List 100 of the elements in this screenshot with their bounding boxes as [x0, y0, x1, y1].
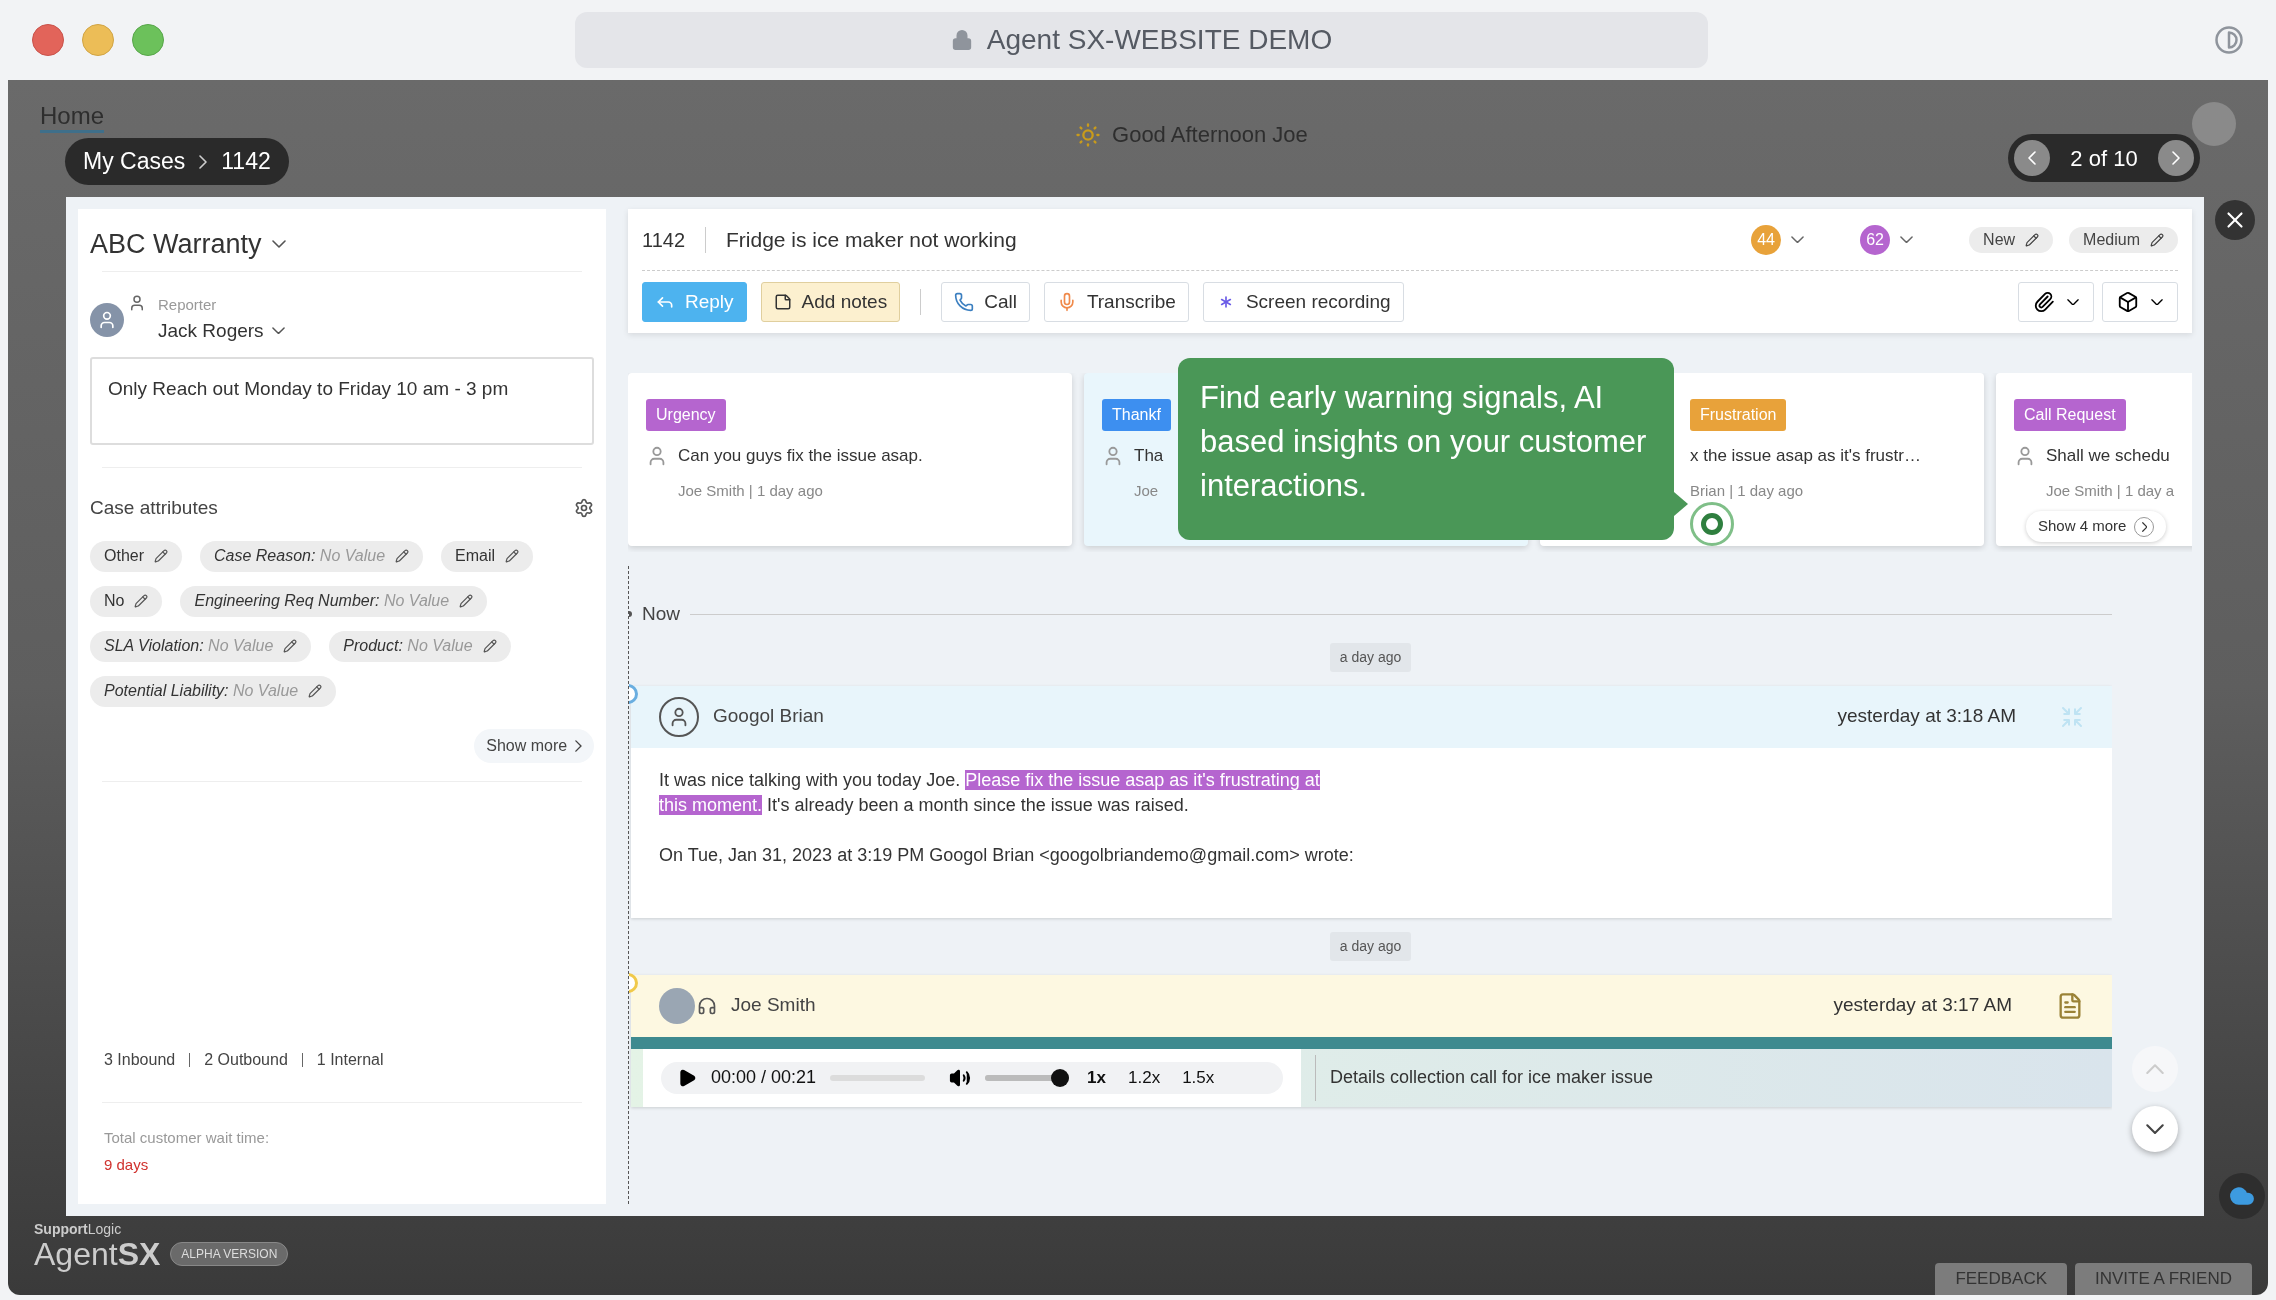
chevron-left-icon: [2028, 151, 2036, 165]
close-button[interactable]: [2215, 200, 2255, 240]
email-body: It was nice talking with you today Joe. Please fix the issue asap as it's frustrating at this moment. It's already been a month since the issue was raised.: [659, 768, 1321, 817]
attribute-chip[interactable]: SLA Violation: No Value: [90, 630, 312, 662]
address-bar[interactable]: Agent SX-WEBSITE DEMO: [575, 12, 1708, 68]
play-button[interactable]: [677, 1067, 697, 1088]
chevron-down-icon[interactable]: [1900, 235, 1914, 244]
toolbar-button[interactable]: Call: [941, 282, 1030, 322]
person-icon: [128, 294, 146, 312]
lock-icon: [950, 29, 973, 51]
email-quote: On Tue, Jan 31, 2023 at 3:19 PM Googol Brian <googolbriandemo@gmail.com> wrote:: [659, 843, 1355, 867]
brand-name: AgentSX: [34, 1236, 161, 1272]
call-summary: Details collection call for ice maker issue: [1330, 1066, 1654, 1089]
signal-meta: Brian | 1 day ago: [1690, 481, 1804, 499]
message-count: 2 Outbound: [204, 1050, 288, 1070]
wait-time-label: Total customer wait time:: [103, 1128, 271, 1148]
pencil-icon: [395, 549, 410, 563]
maximize-window-button[interactable]: [132, 24, 164, 56]
show-more-signals-button[interactable]: Show 4 more: [2026, 511, 2167, 542]
pencil-icon: [154, 549, 168, 563]
next-button[interactable]: [2158, 140, 2194, 176]
case-title: Fridge is ice maker not working: [726, 226, 1017, 253]
time-chip: a day ago: [1329, 642, 1412, 672]
attribute-chip[interactable]: Case Reason: No Value: [200, 540, 424, 572]
now-label: Now: [642, 602, 680, 626]
audio-time: 00:00 / 00:21: [711, 1066, 817, 1089]
attribute-chip[interactable]: Other: [90, 540, 182, 572]
attribute-chip[interactable]: No: [90, 585, 163, 617]
time-chip: a day ago: [1329, 931, 1412, 961]
tooltip-pointer: [1674, 492, 1688, 516]
pencil-icon: [482, 639, 497, 653]
show-more-button[interactable]: Show more: [474, 728, 594, 763]
toolbar-button[interactable]: Transcribe: [1043, 282, 1189, 322]
attribute-chip[interactable]: Engineering Req Number: No Value: [180, 585, 488, 617]
toolbar-button[interactable]: Add notes: [760, 282, 901, 322]
chevron-down-icon: [2146, 1123, 2164, 1135]
headset-icon: [697, 995, 717, 1016]
speed-option[interactable]: 1.2x: [1124, 1064, 1165, 1091]
attribute-chip[interactable]: Email: [441, 540, 534, 572]
signal-tag: Urgency: [646, 399, 726, 431]
hotspot-ring: [1690, 502, 1734, 546]
contrast-icon[interactable]: [2214, 25, 2244, 55]
section-title: Case attributes: [90, 496, 218, 520]
cloud-icon[interactable]: [2219, 1173, 2265, 1219]
pencil-icon: [505, 549, 520, 563]
breadcrumb-item[interactable]: My Cases: [83, 144, 186, 179]
author-name: Joe Smith: [731, 993, 816, 1018]
pencil-icon: [283, 639, 298, 653]
note-icon: [773, 293, 792, 311]
attribute-chip[interactable]: Product: No Value: [329, 630, 511, 662]
chevron-right-icon: [575, 739, 582, 752]
previous-button[interactable]: [2014, 140, 2050, 176]
volume-slider[interactable]: [985, 1068, 1070, 1087]
signal-tag: Call Request: [2014, 399, 2126, 431]
chevron-down-icon[interactable]: [271, 240, 286, 248]
reporter-name[interactable]: Jack Rogers: [158, 316, 264, 345]
scroll-down-button[interactable]: [2132, 1106, 2178, 1152]
case-number: 1142: [642, 227, 685, 253]
priority-pill[interactable]: Medium: [2069, 226, 2178, 253]
tooltip: Find early warning signals, AI based insights on your customer interactions.: [1178, 358, 1674, 540]
score-badge[interactable]: 62: [1860, 224, 1891, 255]
attachment-dropdown[interactable]: [2018, 282, 2094, 322]
status-pill[interactable]: New: [1969, 226, 2054, 253]
phone-icon: [954, 292, 975, 312]
brand-caption: SupportLogic: [34, 1222, 123, 1236]
chevron-down-icon[interactable]: [271, 327, 285, 335]
paperclip-icon: [2033, 291, 2055, 313]
settings-icon[interactable]: [574, 498, 594, 519]
avatar: [659, 987, 695, 1024]
speed-option[interactable]: 1.5x: [1178, 1064, 1219, 1091]
wait-time-value: 9 days: [103, 1154, 150, 1175]
chevron-up-icon: [2146, 1063, 2164, 1075]
cube-icon: [2117, 291, 2139, 313]
chevron-right-icon: [199, 154, 208, 169]
close-window-button[interactable]: [32, 24, 64, 56]
signal-text: Can you guys fix the issue asap.: [678, 445, 923, 467]
chevron-right-icon: [2172, 151, 2180, 165]
signal-meta: Joe Smith | 1 day ago: [678, 481, 823, 499]
pencil-icon: [134, 594, 149, 608]
signal-tag: Thankf: [1102, 399, 1171, 431]
package-dropdown[interactable]: [2102, 282, 2178, 322]
toolbar-button[interactable]: Screen recording: [1202, 282, 1404, 322]
attribute-chip[interactable]: Potential Liability: No Value: [90, 675, 337, 707]
message-time: yesterday at 3:18 AM: [1837, 704, 2016, 729]
signal-card[interactable]: Urgency Can you guys fix the issue asap. Joe Smith | 1 day ago: [628, 373, 1072, 546]
slider-thumb[interactable]: [1051, 1068, 1070, 1087]
chevron-down-icon[interactable]: [1791, 235, 1805, 244]
signal-text: Shall we schedu: [2046, 445, 2170, 467]
account-name[interactable]: ABC Warranty: [90, 223, 262, 265]
pencil-icon: [2025, 232, 2040, 247]
speed-option[interactable]: 1x: [1083, 1064, 1110, 1091]
version-badge: ALPHA VERSION: [170, 1242, 289, 1266]
breadcrumb-item[interactable]: 1142: [221, 144, 271, 179]
signal-card[interactable]: Call Request Shall we schedu Joe Smith | 1 day a Show 4 more: [1996, 373, 2192, 546]
page-title: Agent SX-WEBSITE DEMO: [986, 23, 1333, 57]
chevron-down-icon: [2067, 298, 2079, 306]
author-name: Googol Brian: [713, 704, 824, 729]
pencil-icon: [459, 594, 474, 608]
note-field[interactable]: Only Reach out Monday to Friday 10 am - 3 pm: [90, 357, 594, 445]
progress-track[interactable]: [830, 1074, 926, 1081]
